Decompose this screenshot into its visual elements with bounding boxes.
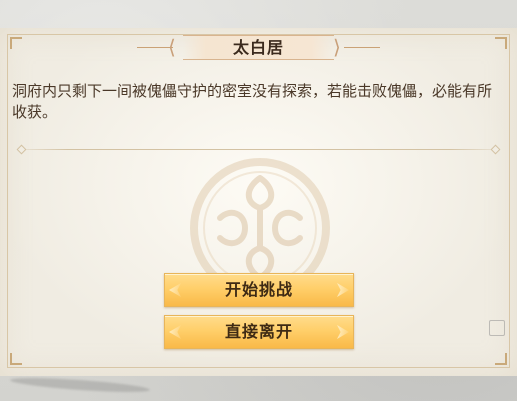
frame-corner — [10, 353, 22, 365]
chevron-left-icon: ⟨ — [168, 35, 176, 59]
ink-stroke — [9, 375, 151, 395]
chevron-right-icon: ⟩ — [333, 35, 341, 59]
frame-corner — [495, 353, 507, 365]
dialog-title: 太白居 — [232, 38, 284, 57]
section-divider — [16, 144, 501, 155]
start-challenge-button[interactable]: 开始挑战 — [164, 273, 354, 307]
leave-button[interactable]: 直接离开 — [164, 315, 354, 349]
dialog-header: ⟨ ⟩ 太白居 — [0, 34, 517, 62]
corner-mark-icon — [489, 320, 505, 336]
dialog-message: 洞府内只剩下一间被傀儡守护的密室没有探索，若能击败傀儡，必能有所收获。 — [12, 82, 493, 121]
title-ornament-line — [344, 47, 380, 48]
